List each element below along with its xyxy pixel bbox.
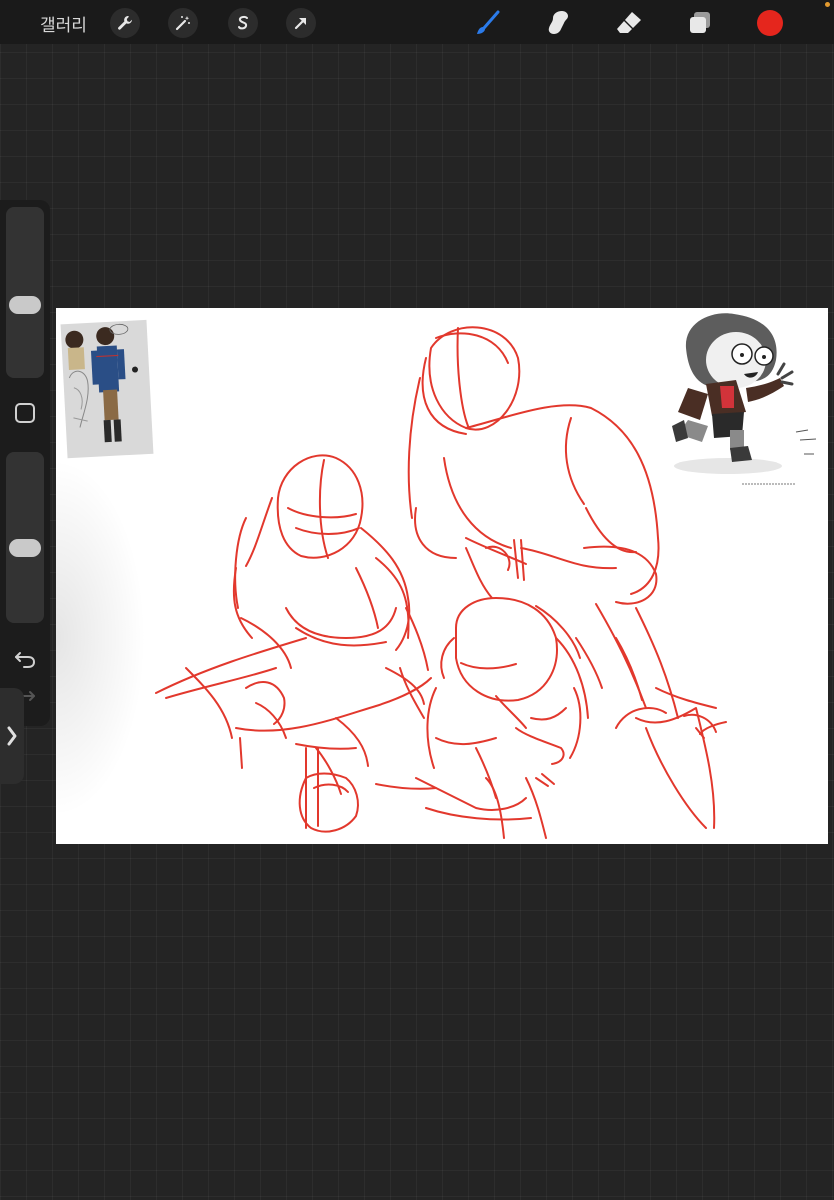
smudge-icon[interactable]	[541, 6, 575, 40]
color-swatch[interactable]	[753, 6, 787, 40]
magic-wand-icon[interactable]	[168, 8, 198, 38]
square-modify-icon[interactable]	[13, 401, 37, 425]
left-sidebar	[0, 200, 50, 726]
layers-icon[interactable]	[683, 6, 717, 40]
brush-size-thumb[interactable]	[9, 295, 41, 314]
opacity-slider[interactable]	[6, 452, 44, 623]
eraser-icon[interactable]	[612, 6, 646, 40]
undo-icon[interactable]	[13, 647, 37, 671]
top-toolbar: 갤러리	[0, 0, 834, 44]
status-dot	[825, 2, 830, 7]
opacity-thumb[interactable]	[9, 539, 41, 558]
wrench-icon[interactable]	[110, 8, 140, 38]
transform-arrow-icon[interactable]	[286, 8, 316, 38]
gallery-button[interactable]: 갤러리	[40, 11, 87, 36]
chevron-right-icon[interactable]	[0, 688, 24, 784]
selection-s-icon[interactable]	[228, 8, 258, 38]
red-figure-sketch	[155, 326, 727, 839]
brush-icon[interactable]	[470, 6, 504, 40]
drawing-canvas[interactable]	[56, 308, 828, 844]
brush-size-slider[interactable]	[6, 207, 44, 378]
